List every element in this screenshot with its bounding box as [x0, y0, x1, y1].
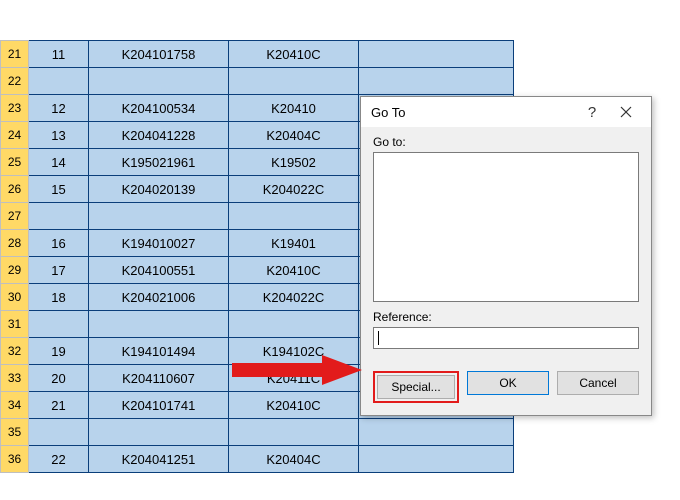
dialog-title: Go To	[371, 105, 575, 120]
cell[interactable]: K20404C	[229, 446, 359, 473]
cell[interactable]: 19	[29, 338, 89, 365]
goto-label: Go to:	[373, 135, 639, 149]
cell[interactable]: 18	[29, 284, 89, 311]
row-header[interactable]: 28	[1, 230, 29, 257]
cell[interactable]: K20410C	[229, 41, 359, 68]
cell[interactable]: K20411C	[229, 365, 359, 392]
cell[interactable]: K194102C	[229, 338, 359, 365]
text-caret	[378, 331, 379, 345]
cell[interactable]: 14	[29, 149, 89, 176]
cell[interactable]: K194101494	[89, 338, 229, 365]
row-header[interactable]: 26	[1, 176, 29, 203]
cell[interactable]: K204022C	[229, 284, 359, 311]
close-icon	[620, 106, 632, 118]
table-row: 2111K204101758K20410C	[1, 41, 514, 68]
cell[interactable]: K204110607	[89, 365, 229, 392]
row-header[interactable]: 35	[1, 419, 29, 446]
cell[interactable]	[229, 68, 359, 95]
row-header[interactable]: 22	[1, 68, 29, 95]
cell[interactable]: 22	[29, 446, 89, 473]
row-header[interactable]: 32	[1, 338, 29, 365]
cell[interactable]	[29, 419, 89, 446]
cell[interactable]: K195021961	[89, 149, 229, 176]
help-button[interactable]: ?	[575, 98, 609, 126]
dialog-titlebar[interactable]: Go To ?	[361, 97, 651, 127]
cell[interactable]: K20410C	[229, 392, 359, 419]
cell[interactable]: K20410	[229, 95, 359, 122]
cell[interactable]: 12	[29, 95, 89, 122]
cell[interactable]: K204020139	[89, 176, 229, 203]
goto-dialog: Go To ? Go to: Reference: Special... OK …	[360, 96, 652, 416]
table-row: 35	[1, 419, 514, 446]
cancel-button[interactable]: Cancel	[557, 371, 639, 395]
row-header[interactable]: 23	[1, 95, 29, 122]
row-header[interactable]: 29	[1, 257, 29, 284]
row-header[interactable]: 21	[1, 41, 29, 68]
ok-button[interactable]: OK	[467, 371, 549, 395]
row-header[interactable]: 25	[1, 149, 29, 176]
cell[interactable]: K20410C	[229, 257, 359, 284]
cell[interactable]	[229, 419, 359, 446]
cell[interactable]: 21	[29, 392, 89, 419]
cell[interactable]: K204101741	[89, 392, 229, 419]
cell[interactable]	[89, 311, 229, 338]
cell[interactable]: K20404C	[229, 122, 359, 149]
row-header[interactable]: 30	[1, 284, 29, 311]
reference-label: Reference:	[373, 310, 639, 324]
cell[interactable]: K19401	[229, 230, 359, 257]
special-button[interactable]: Special...	[377, 375, 455, 399]
cell[interactable]: 15	[29, 176, 89, 203]
cell[interactable]: K204100551	[89, 257, 229, 284]
cell[interactable]: K204101758	[89, 41, 229, 68]
cell[interactable]	[359, 419, 514, 446]
cell[interactable]: K204041228	[89, 122, 229, 149]
cell[interactable]	[29, 68, 89, 95]
cell[interactable]: 17	[29, 257, 89, 284]
row-header[interactable]: 31	[1, 311, 29, 338]
cell[interactable]	[229, 311, 359, 338]
cell[interactable]	[89, 68, 229, 95]
cell[interactable]: K204022C	[229, 176, 359, 203]
goto-listbox[interactable]	[373, 152, 639, 302]
table-row: 22	[1, 68, 514, 95]
cell[interactable]: K204021006	[89, 284, 229, 311]
row-header[interactable]: 27	[1, 203, 29, 230]
row-header[interactable]: 34	[1, 392, 29, 419]
cell[interactable]: 16	[29, 230, 89, 257]
cell[interactable]	[359, 446, 514, 473]
cell[interactable]	[89, 419, 229, 446]
reference-input[interactable]	[373, 327, 639, 349]
special-button-highlight: Special...	[373, 371, 459, 403]
cell[interactable]: K204100534	[89, 95, 229, 122]
cell[interactable]: 11	[29, 41, 89, 68]
cell[interactable]: 13	[29, 122, 89, 149]
cell[interactable]	[229, 203, 359, 230]
cell[interactable]: K204041251	[89, 446, 229, 473]
cell[interactable]	[359, 41, 514, 68]
cell[interactable]	[359, 68, 514, 95]
row-header[interactable]: 36	[1, 446, 29, 473]
cell[interactable]: 20	[29, 365, 89, 392]
cell[interactable]	[29, 203, 89, 230]
cell[interactable]: K19502	[229, 149, 359, 176]
row-header[interactable]: 33	[1, 365, 29, 392]
cell[interactable]	[29, 311, 89, 338]
row-header[interactable]: 24	[1, 122, 29, 149]
close-button[interactable]	[609, 98, 643, 126]
cell[interactable]	[89, 203, 229, 230]
table-row: 3622K204041251K20404C	[1, 446, 514, 473]
cell[interactable]: K194010027	[89, 230, 229, 257]
